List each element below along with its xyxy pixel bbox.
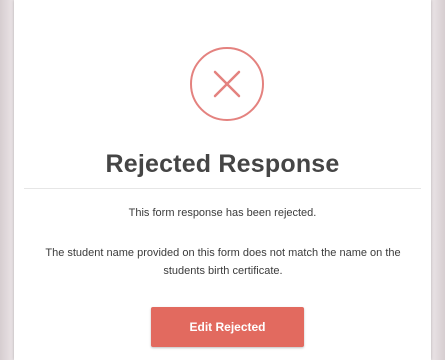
backdrop-left — [0, 0, 14, 360]
dialog-message: This form response has been rejected. — [128, 207, 317, 219]
divider — [24, 188, 421, 189]
dialog-title: Rejected Response — [105, 150, 340, 178]
close-icon-glyph — [213, 70, 241, 98]
rejection-reason: The student name provided on this form d… — [45, 247, 401, 277]
rejected-response-dialog: Rejected Response This form response has… — [14, 0, 431, 360]
close-icon — [190, 47, 264, 121]
edit-rejected-button[interactable]: Edit Rejected — [151, 307, 304, 347]
backdrop-right — [431, 0, 445, 360]
